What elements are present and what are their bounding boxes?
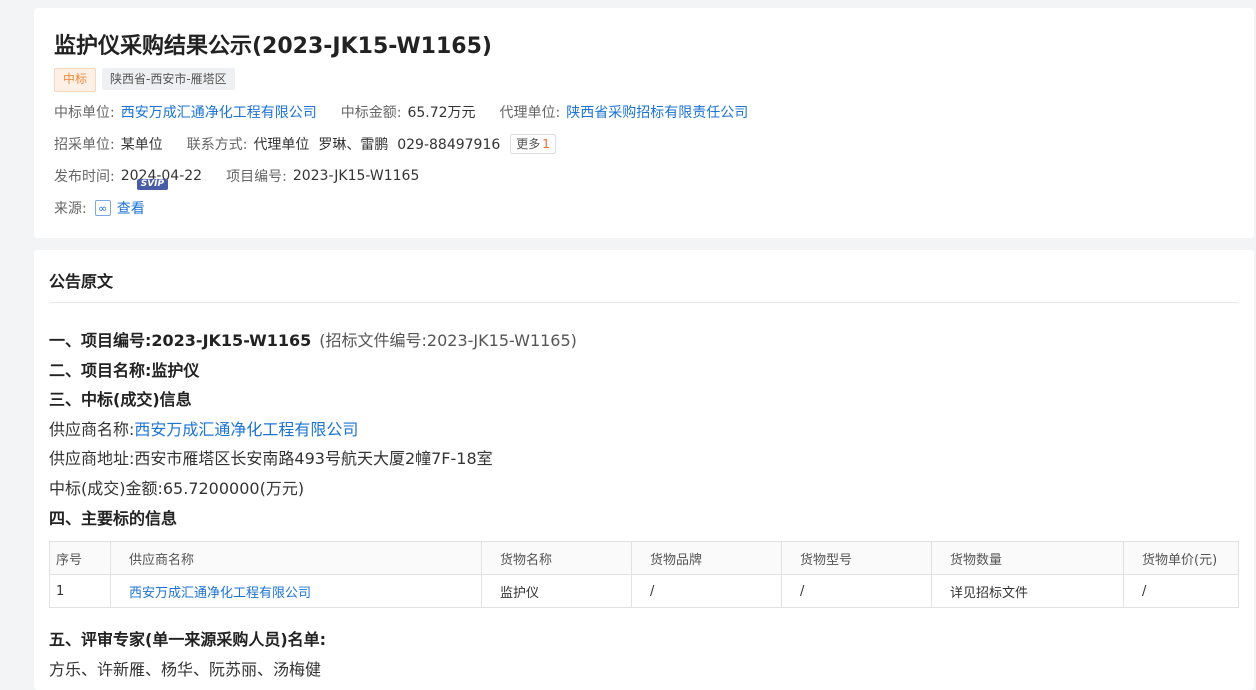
project-no-label: 项目编号: — [226, 169, 287, 185]
contact-label: 联系方式: — [186, 137, 248, 153]
col-header: 货物单价(元) — [1123, 541, 1239, 575]
table-header-row: 序号 供应商名称 货物名称 货物品牌 货物型号 货物数量 货物单价(元) — [49, 541, 1239, 575]
table-cell: 详见招标文件 — [931, 574, 1124, 608]
project-name-heading: 二、项目名称:监护仪 — [49, 361, 200, 380]
table-cell: / — [781, 574, 932, 608]
col-header: 货物名称 — [481, 541, 632, 575]
supplier-addr-label: 供应商地址: — [49, 449, 135, 468]
table-cell: 监护仪 — [481, 574, 632, 608]
winner-label: 中标单位: — [54, 105, 115, 121]
experts-heading: 五、评审专家(单一来源采购人员)名单: — [49, 630, 327, 649]
info-row-date: 发布时间: 2024-04-22 项目编号: 2023-JK15-W1165 — [54, 166, 419, 186]
table-cell: / — [631, 574, 782, 608]
project-no-value: 2023-JK15-W1165 — [292, 168, 420, 184]
supplier-name-line: 供应商名称:西安万成汇通净化工程有限公司 — [49, 416, 358, 440]
notice-line-project-name: 二、项目名称:监护仪 — [49, 357, 199, 381]
winner-link[interactable]: 西安万成汇通净化工程有限公司 — [121, 102, 317, 122]
svip-badge: SVIP — [136, 179, 169, 190]
info-row-source: 来源: ∞ 查看 SVIP — [54, 179, 169, 218]
page-title: 监护仪采购结果公示(2023-JK15-W1165) — [54, 34, 492, 59]
col-header: 货物型号 — [781, 541, 932, 575]
tag-group: 中标 陕西省-西安市-雁塔区 — [54, 68, 235, 92]
notice-line-project-no: 一、项目编号:2023-JK15-W1165 (招标文件编号:2023-JK15-… — [49, 327, 577, 351]
goods-heading: 四、主要标的信息 — [49, 509, 178, 528]
divider — [49, 302, 1239, 303]
more-contacts-button[interactable]: 更多 1 — [510, 134, 556, 154]
more-label: 更多 — [516, 137, 541, 151]
info-row-buyer: 招采单位: 某单位 联系方式: 代理单位 罗琳、雷鹏 029-88497916 … — [54, 134, 556, 154]
col-header: 供应商名称 — [110, 541, 482, 575]
link-icon: ∞ — [94, 200, 111, 216]
award-heading: 三、中标(成交)信息 — [49, 390, 192, 409]
date-label: 发布时间: — [54, 169, 115, 185]
supplier-name-link[interactable]: 西安万成汇通净化工程有限公司 — [134, 420, 358, 439]
notice-line-experts-heading: 五、评审专家(单一来源采购人员)名单: — [49, 626, 326, 650]
table-row: 1 西安万成汇通净化工程有限公司 监护仪 / / 详见招标文件 / — [49, 574, 1239, 608]
table-cell: 1 — [49, 574, 111, 608]
source-view-link[interactable]: ∞ 查看 SVIP — [94, 179, 169, 218]
source-link-label: 查看 — [116, 201, 145, 217]
notice-line-award: 三、中标(成交)信息 — [49, 386, 192, 410]
amount-label: 中标金额: — [340, 105, 402, 121]
buyer-value: 某单位 — [120, 137, 163, 153]
contact-value: 代理单位 罗琳、雷鹏 029-88497916 — [253, 137, 501, 153]
notice-line-goods: 四、主要标的信息 — [49, 505, 177, 529]
info-row-winner: 中标单位: 西安万成汇通净化工程有限公司 中标金额: 65.72万元 代理单位:… — [54, 102, 748, 122]
source-label: 来源: — [54, 201, 87, 217]
goods-table: 序号 供应商名称 货物名称 货物品牌 货物型号 货物数量 货物单价(元) 1 西… — [49, 541, 1239, 608]
notice-card: 公告原文 一、项目编号:2023-JK15-W1165 (招标文件编号:2023-… — [34, 250, 1254, 690]
supplier-addr-value: 西安市雁塔区长安南路493号航天大厦2幢7F-18室 — [134, 449, 493, 468]
section-title: 公告原文 — [49, 272, 114, 291]
table-cell-supplier-link[interactable]: 西安万成汇通净化工程有限公司 — [110, 574, 482, 608]
supplier-address-line: 供应商地址:西安市雁塔区长安南路493号航天大厦2幢7F-18室 — [49, 445, 493, 469]
experts-list: 方乐、许新雁、杨华、阮苏丽、汤梅健 — [49, 660, 322, 679]
col-header: 序号 — [49, 541, 111, 575]
agent-label: 代理单位: — [499, 105, 561, 121]
more-count: 1 — [542, 137, 550, 151]
amount-value: 65.72万元 — [407, 105, 476, 121]
summary-card: 监护仪采购结果公示(2023-JK15-W1165) 中标 陕西省-西安市-雁塔… — [34, 8, 1254, 238]
project-no-heading: 一、项目编号:2023-JK15-W1165 — [49, 331, 312, 350]
agent-link[interactable]: 陕西省采购招标有限责任公司 — [566, 102, 748, 122]
status-badge: 中标 — [54, 68, 97, 92]
col-header: 货物数量 — [931, 541, 1124, 575]
region-tag: 陕西省-西安市-雁塔区 — [102, 68, 235, 90]
col-header: 货物品牌 — [631, 541, 782, 575]
tender-doc-no: (招标文件编号:2023-JK15-W1165) — [319, 331, 577, 350]
buyer-label: 招采单位: — [54, 137, 115, 153]
table-cell: / — [1123, 574, 1239, 608]
supplier-name-label: 供应商名称: — [49, 420, 135, 439]
award-amount-line: 中标(成交)金额:65.7200000(万元) — [49, 479, 305, 498]
